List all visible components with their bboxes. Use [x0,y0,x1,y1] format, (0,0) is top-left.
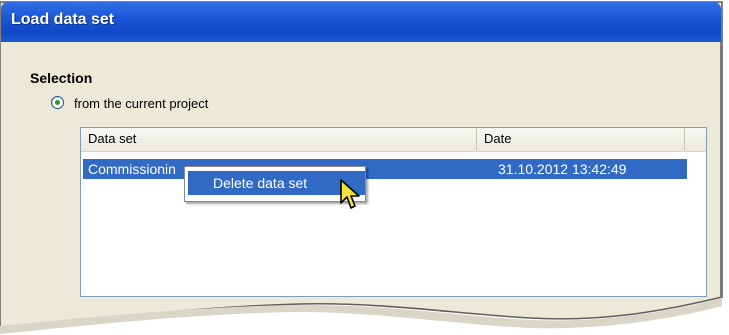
arrow-pointer-icon [340,179,360,209]
column-header-data-set[interactable]: Data set [81,128,477,150]
column-header-filler [685,128,706,150]
row-date: 31.10.2012 13:42:49 [498,161,627,177]
current-project-radio-label[interactable]: from the current project [74,96,208,111]
title-bar[interactable]: Load data set [1,2,721,42]
row-data-set-name: Commissionin [88,161,176,177]
dialog-title: Load data set [11,11,115,28]
selection-heading: Selection [30,70,93,86]
list-header: Data set Date [81,128,706,152]
data-set-list[interactable]: Data set Date Commissionin 31.10.2012 13… [80,127,707,297]
delete-data-set-menu-item[interactable]: Delete data set [188,171,365,195]
context-menu: Delete data set [184,166,366,202]
current-project-radio[interactable] [51,96,64,109]
load-data-set-dialog: Load data set Selection from the current… [0,0,729,335]
radio-checked-dot [55,100,60,105]
list-row-selected[interactable]: Commissionin 31.10.2012 13:42:49 [83,159,687,179]
column-header-date[interactable]: Date [477,128,685,150]
